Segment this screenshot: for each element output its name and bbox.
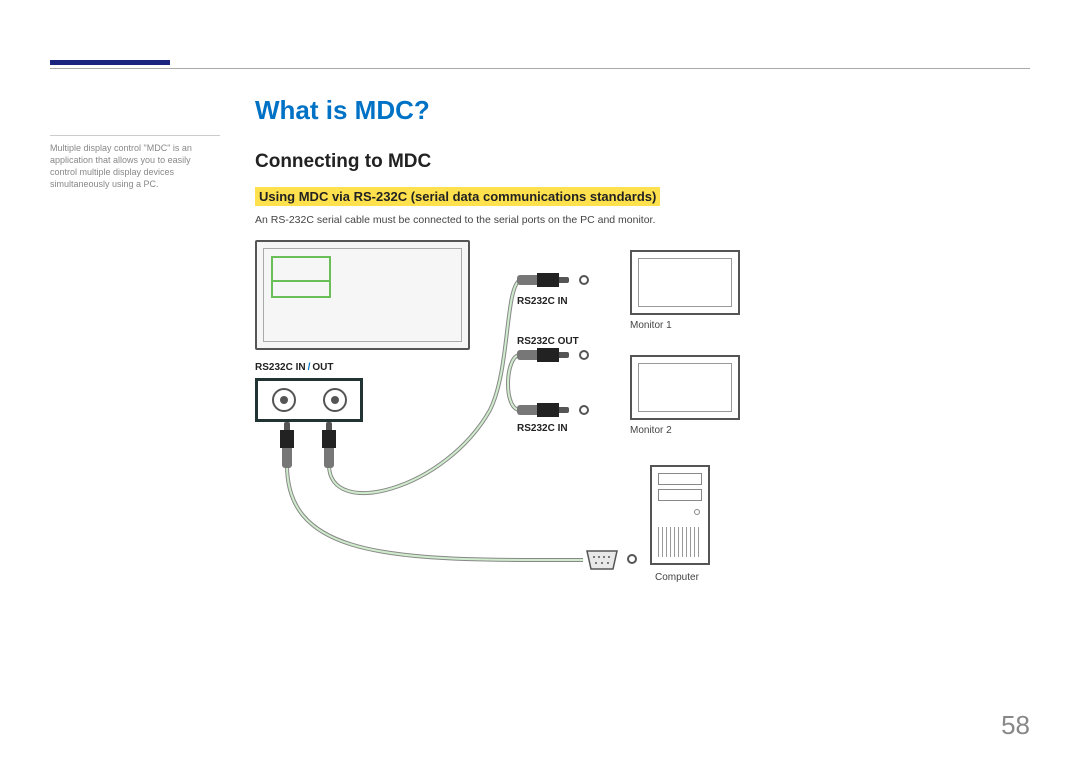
document-page: Multiple display control "MDC" is an app… bbox=[0, 0, 1080, 763]
connection-diagram: RS232C IN/OUT RS2 bbox=[255, 240, 895, 620]
plug-label-in-1: RS232C IN bbox=[517, 296, 568, 307]
port-dot-icon bbox=[579, 350, 589, 360]
jack-panel-label: RS232C IN/OUT bbox=[255, 362, 333, 373]
plug-label-out: RS232C OUT bbox=[517, 336, 579, 347]
body-paragraph: An RS-232C serial cable must be connecte… bbox=[255, 214, 1030, 226]
audio-jack-icon bbox=[323, 388, 347, 412]
margin-note: Multiple display control "MDC" is an app… bbox=[50, 135, 220, 191]
rs232c-jack-panel bbox=[255, 378, 363, 422]
stereo-plug-icon bbox=[517, 403, 569, 417]
monitor-1-label: Monitor 1 bbox=[630, 320, 672, 331]
stereo-plug-icon bbox=[280, 422, 294, 468]
page-number: 58 bbox=[1001, 710, 1030, 741]
jack-label-in: RS232C IN bbox=[255, 362, 306, 373]
header-accent-bar bbox=[50, 60, 170, 65]
stereo-plug-icon bbox=[517, 273, 569, 287]
stereo-plug-icon bbox=[517, 348, 569, 362]
port-dot-icon bbox=[579, 275, 589, 285]
port-dot-icon bbox=[579, 405, 589, 415]
jack-label-out: OUT bbox=[312, 362, 333, 373]
section-heading: Connecting to MDC bbox=[255, 151, 1030, 173]
audio-jack-icon bbox=[272, 388, 296, 412]
header-rule bbox=[50, 68, 1030, 69]
serial-port-dot-icon bbox=[627, 554, 637, 564]
content-area: Multiple display control "MDC" is an app… bbox=[50, 95, 1030, 723]
monitor-2-label: Monitor 2 bbox=[630, 425, 672, 436]
page-title: What is MDC? bbox=[255, 95, 1030, 126]
db9-connector-icon bbox=[585, 549, 619, 571]
stereo-plug-icon bbox=[322, 422, 336, 468]
plug-label-in-2: RS232C IN bbox=[517, 423, 568, 434]
device-rear-panel bbox=[255, 240, 470, 350]
main-column: What is MDC? Connecting to MDC Using MDC… bbox=[255, 95, 1030, 620]
computer-tower-icon bbox=[650, 465, 710, 565]
monitor-icon bbox=[630, 250, 740, 315]
computer-label: Computer bbox=[655, 572, 699, 583]
highlight-heading: Using MDC via RS-232C (serial data commu… bbox=[255, 187, 660, 206]
monitor-icon bbox=[630, 355, 740, 420]
